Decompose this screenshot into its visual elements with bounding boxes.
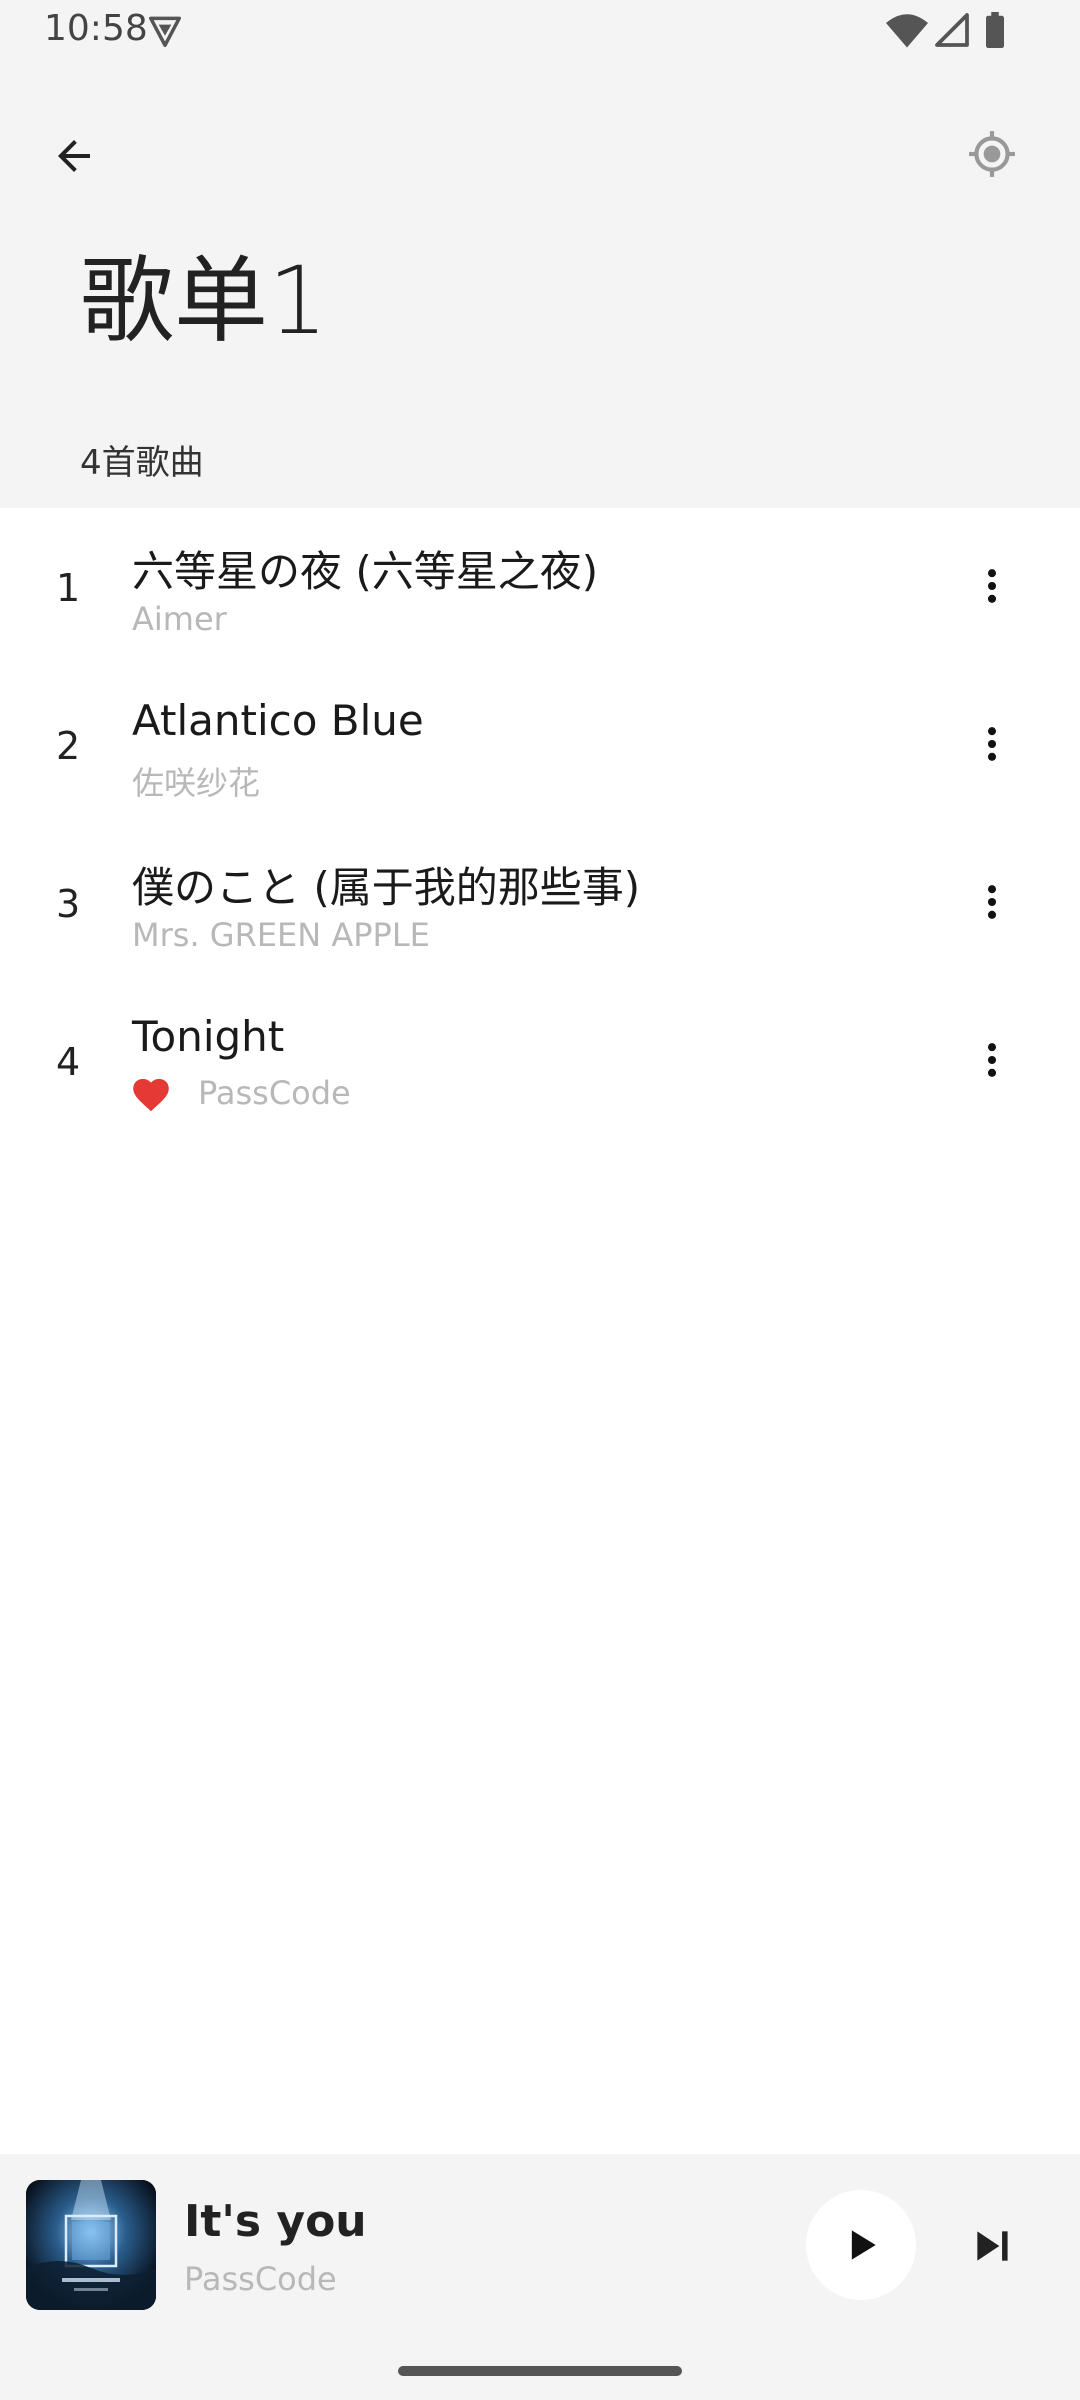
- more-vertical-icon: [987, 1043, 997, 1077]
- play-button[interactable]: [806, 2190, 916, 2300]
- mini-player[interactable]: It's you PassCode: [0, 2154, 1080, 2400]
- status-time: 10:58: [44, 8, 148, 49]
- more-vertical-icon: [987, 885, 997, 919]
- album-art[interactable]: [26, 2180, 156, 2310]
- back-button[interactable]: [42, 124, 106, 188]
- more-options-button[interactable]: [960, 712, 1024, 776]
- page-title: 歌单1: [80, 247, 328, 356]
- arrow-left-icon: [58, 140, 90, 172]
- song-index: 3: [56, 882, 81, 926]
- song-row[interactable]: 3 僕のこと (属于我的那些事) Mrs. GREEN APPLE: [0, 824, 1080, 982]
- locate-button[interactable]: [960, 122, 1024, 186]
- song-row[interactable]: 4 Tonight PassCode: [0, 982, 1080, 1140]
- song-artist: Aimer: [132, 600, 227, 638]
- home-indicator[interactable]: [398, 2366, 682, 2376]
- song-row[interactable]: 2 Atlantico Blue 佐咲纱花: [0, 666, 1080, 824]
- heart-favorite-icon: [133, 1078, 169, 1112]
- vpn-shield-icon: [149, 16, 181, 47]
- header-area: 10:58 歌单1 4首歌曲: [0, 0, 1080, 508]
- song-artist: PassCode: [198, 1074, 351, 1112]
- status-bar: 10:58: [0, 0, 1080, 64]
- song-index: 4: [56, 1040, 81, 1084]
- song-title: 六等星の夜 (六等星之夜): [132, 547, 599, 596]
- song-artist: 佐咲纱花: [132, 764, 261, 802]
- more-options-button[interactable]: [960, 554, 1024, 618]
- now-playing-artist: PassCode: [184, 2260, 337, 2298]
- play-icon: [851, 2230, 876, 2260]
- song-artist: Mrs. GREEN APPLE: [132, 916, 430, 954]
- song-title: Atlantico Blue: [132, 696, 424, 745]
- song-title: 僕のこと (属于我的那些事): [132, 863, 641, 912]
- skip-next-button[interactable]: [960, 2210, 1024, 2282]
- wifi-icon: [886, 14, 928, 48]
- now-playing-title: It's you: [184, 2196, 367, 2247]
- song-row[interactable]: 1 六等星の夜 (六等星之夜) Aimer: [0, 508, 1080, 666]
- song-title: Tonight: [132, 1012, 285, 1061]
- more-vertical-icon: [987, 569, 997, 603]
- skip-next-icon: [977, 2231, 1008, 2261]
- cell-signal-icon: [935, 13, 969, 47]
- battery-icon: [986, 12, 1004, 48]
- song-count: 4首歌曲: [80, 443, 204, 483]
- album-cover-image: [26, 2180, 156, 2310]
- song-index: 2: [56, 724, 81, 768]
- song-index: 1: [56, 566, 81, 610]
- more-options-button[interactable]: [960, 870, 1024, 934]
- more-vertical-icon: [987, 727, 997, 761]
- locate-crosshair-icon: [969, 131, 1015, 177]
- more-options-button[interactable]: [960, 1028, 1024, 1092]
